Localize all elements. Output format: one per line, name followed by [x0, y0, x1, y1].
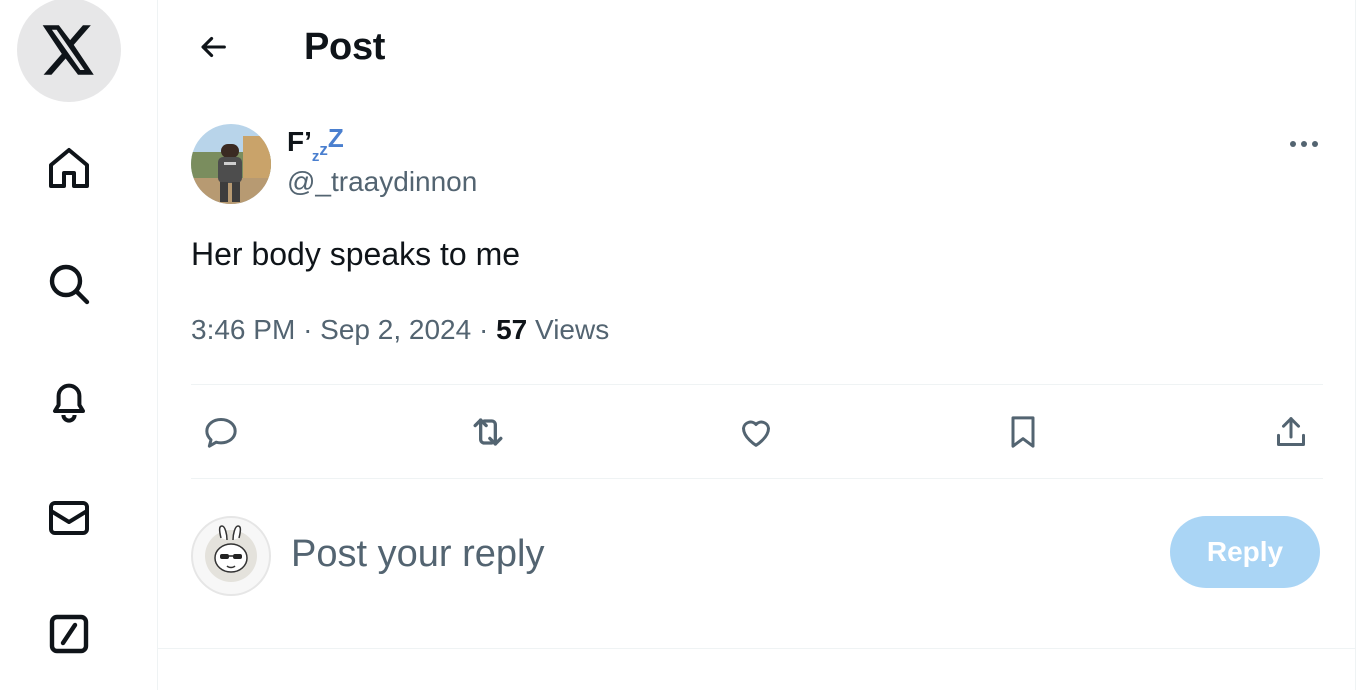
tweet-time[interactable]: 3:46 PM — [191, 314, 295, 345]
back-button[interactable] — [186, 20, 240, 74]
x-logo-button[interactable] — [17, 0, 121, 102]
app: Post F’zzZ @_traaydinnon Her body speaks… — [0, 0, 1372, 690]
divider — [158, 648, 1355, 649]
more-icon — [1290, 141, 1318, 147]
main-column: Post F’zzZ @_traaydinnon Her body speaks… — [158, 0, 1356, 690]
bell-icon — [53, 383, 85, 423]
tweet-meta: 3:46 PM · Sep 2, 2024 · 57 Views — [191, 314, 609, 346]
page-header: Post — [158, 0, 1355, 96]
divider — [191, 384, 1323, 385]
nav-notifications[interactable] — [17, 348, 121, 452]
bookmark-button[interactable] — [999, 408, 1047, 456]
search-icon — [49, 264, 90, 305]
share-button[interactable] — [1267, 408, 1315, 456]
meta-separator: · — [478, 314, 489, 345]
like-icon — [742, 420, 770, 447]
tweet-date[interactable]: Sep 2, 2024 — [320, 314, 471, 345]
left-nav — [0, 0, 158, 690]
nav-home[interactable] — [17, 116, 121, 220]
name-zzz-emoji: zzZ — [311, 123, 344, 165]
mail-icon — [49, 501, 89, 535]
home-icon — [49, 148, 89, 188]
retweet-button[interactable] — [464, 408, 512, 456]
grok-icon — [49, 614, 89, 654]
divider — [191, 478, 1323, 479]
reply-icon — [205, 418, 237, 448]
author-avatar[interactable] — [191, 124, 271, 204]
meta-separator: · — [303, 314, 313, 345]
page-title: Post — [304, 26, 386, 68]
author-name-text: F’ — [287, 126, 312, 157]
nav-grok[interactable] — [17, 582, 121, 686]
author-photo — [191, 124, 271, 204]
current-user-avatar[interactable] — [191, 516, 271, 596]
tweet-text: Her body speaks to me — [191, 236, 521, 272]
nav-messages[interactable] — [17, 466, 121, 570]
reply-input[interactable] — [291, 526, 1131, 582]
author-handle[interactable]: @_traaydinnon — [287, 166, 477, 198]
current-user-avatar-image — [205, 525, 257, 582]
tweet-actions — [191, 386, 1323, 478]
reply-submit-button[interactable]: Reply — [1170, 516, 1320, 588]
retweet-icon — [473, 418, 503, 446]
nav-search[interactable] — [17, 232, 121, 336]
author-display-name[interactable]: F’zzZ — [287, 123, 344, 165]
more-options-button[interactable] — [1284, 126, 1324, 162]
views-label: Views — [535, 314, 610, 345]
share-icon — [1277, 417, 1305, 446]
views-count: 57 — [496, 314, 528, 345]
back-arrow-icon — [201, 36, 226, 58]
x-logo-icon — [42, 25, 94, 75]
like-button[interactable] — [732, 408, 780, 456]
bookmark-icon — [1011, 416, 1035, 448]
reply-button[interactable] — [197, 408, 245, 456]
